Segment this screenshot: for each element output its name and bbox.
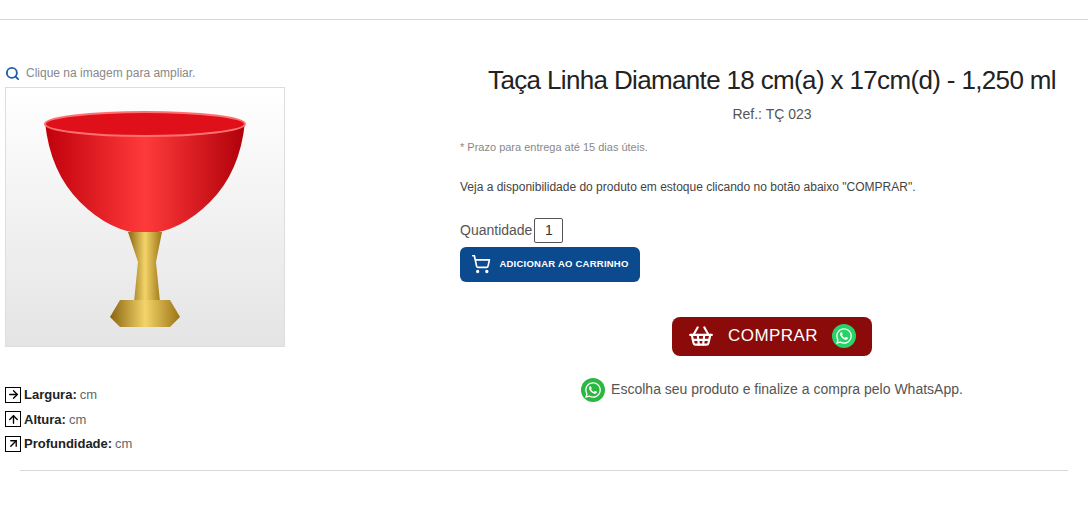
zoom-hint: Clique na imagem para ampliar. <box>5 65 285 81</box>
buy-button[interactable]: COMPRAR <box>672 317 872 356</box>
add-to-cart-button[interactable]: ADICIONAR AO CARRINHO <box>460 247 640 282</box>
basket-icon <box>688 323 714 349</box>
whatsapp-note: Escolha seu produto e finalize a compra … <box>460 378 1084 402</box>
whatsapp-icon <box>832 324 856 348</box>
goblet-icon <box>40 102 250 332</box>
availability-note: Veja a disponibilidade do produto em est… <box>460 178 1084 196</box>
depth-arrow-icon <box>5 436 21 452</box>
magnifier-icon <box>5 66 20 81</box>
product-ref: Ref.: TÇ 023 <box>460 104 1084 125</box>
dimensions: Largura:cm Altura:cm Profundidade:cm <box>5 385 285 454</box>
dimension-row: Altura:cm <box>5 410 285 430</box>
dimension-row: Profundidade:cm <box>5 434 285 454</box>
right-column: Taça Linha Diamante 18 cm(a) x 17cm(d) -… <box>285 20 1088 454</box>
top-divider <box>0 19 1088 20</box>
product-page: Clique na imagem para ampliar. Largura:cm… <box>0 0 1088 518</box>
whatsapp-note-icon <box>581 378 605 402</box>
left-column: Clique na imagem para ampliar. Largura:cm… <box>5 20 285 454</box>
height-arrow-icon <box>5 411 21 427</box>
dimension-row: Largura:cm <box>5 385 285 405</box>
delivery-note: * Prazo para entrega até 15 dias úteis. <box>460 139 1084 156</box>
quantity-row: Quantidade1 <box>460 218 1084 243</box>
quantity-input[interactable]: 1 <box>534 218 563 243</box>
product-title: Taça Linha Diamante 18 cm(a) x 17cm(d) -… <box>460 64 1084 96</box>
width-arrow-icon <box>5 387 21 403</box>
product-image[interactable] <box>5 87 285 347</box>
cart-icon <box>471 254 491 274</box>
bottom-divider <box>20 470 1068 471</box>
